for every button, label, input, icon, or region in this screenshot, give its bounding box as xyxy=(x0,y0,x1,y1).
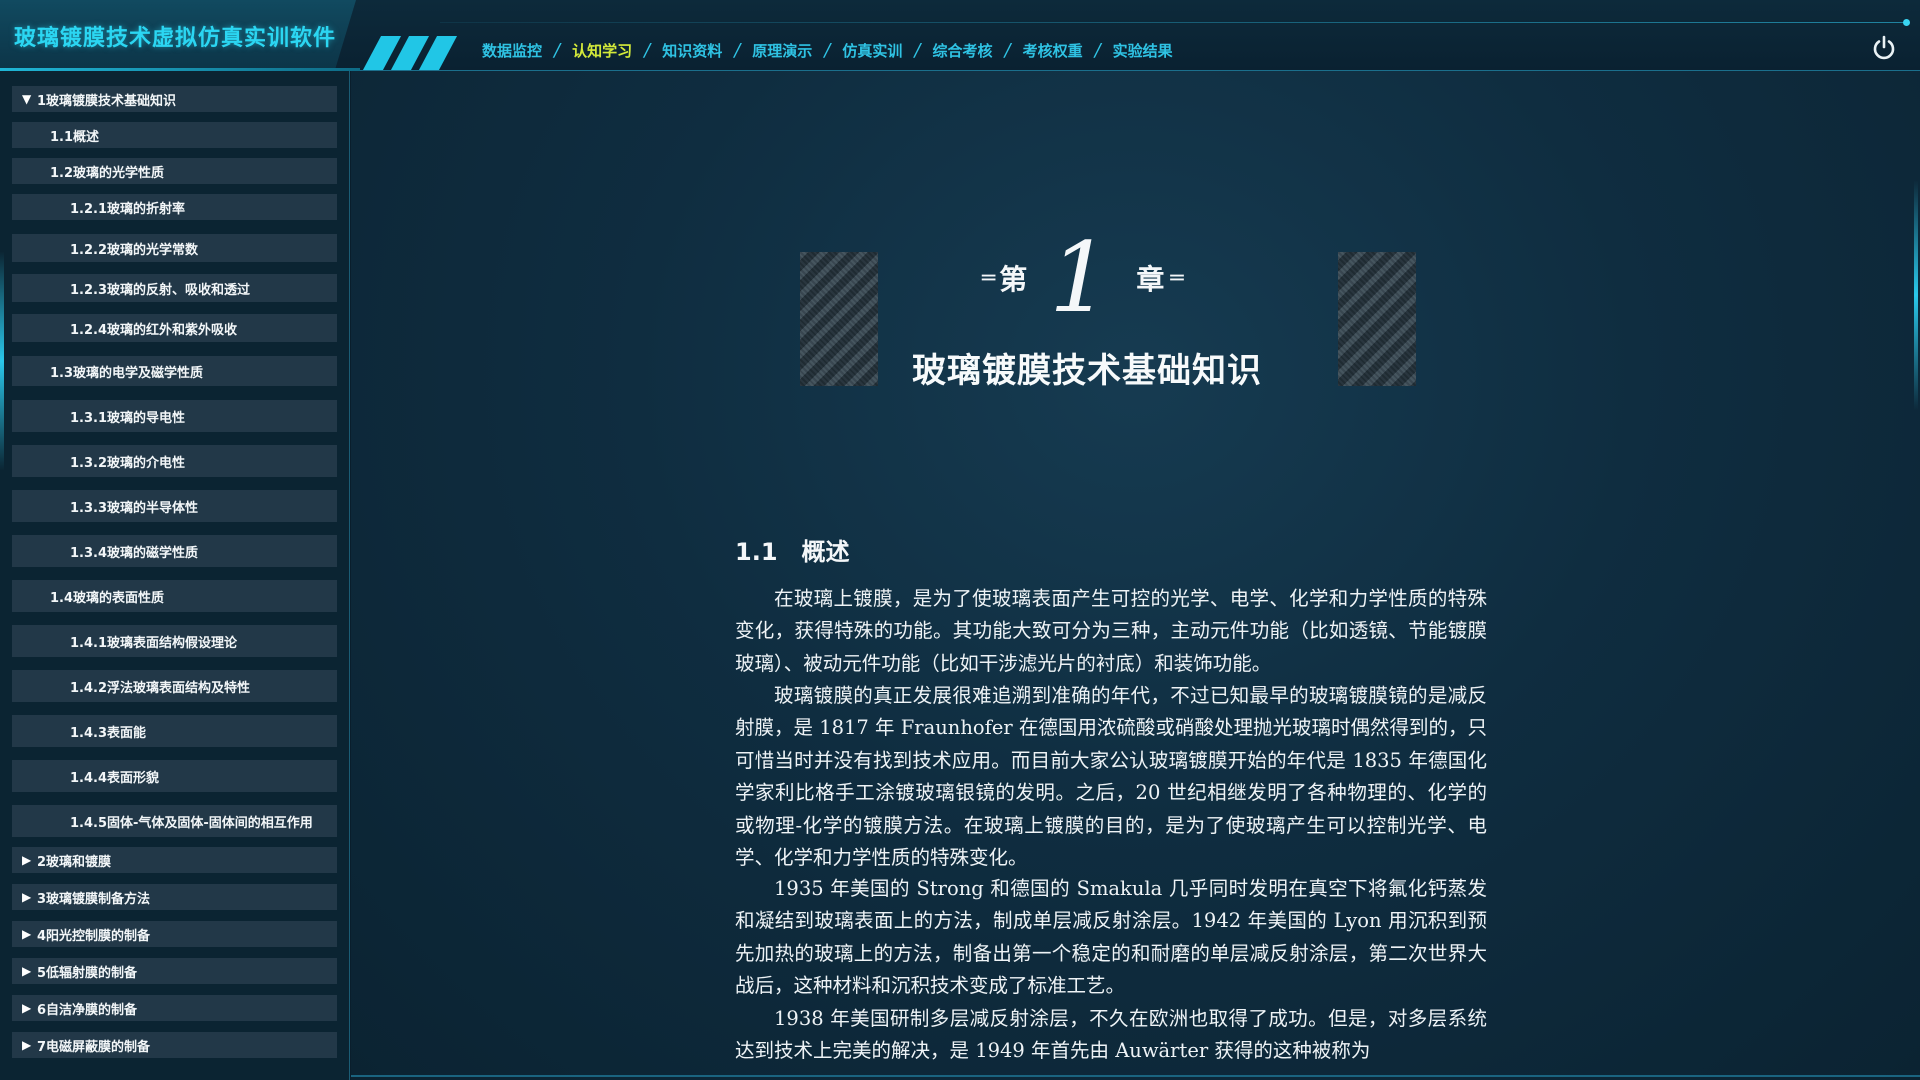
header-dot xyxy=(1903,19,1910,26)
nav-separator: / xyxy=(914,39,921,61)
sidebar-item[interactable]: 1.4玻璃的表面性质 xyxy=(12,580,337,612)
content-bottom-edge xyxy=(351,1075,1920,1077)
header-bar: 玻璃镀膜技术虚拟仿真实训软件 数据监控 / 认知学习 / 知识资料 / 原理演示 / 仿真实训 /… xyxy=(0,0,1920,71)
chapter-number: 1 xyxy=(1049,222,1111,334)
sidebar-item[interactable]: 1.3.4玻璃的磁学性质 xyxy=(12,535,337,567)
sidebar-item[interactable]: 1.3.1玻璃的导电性 xyxy=(12,400,337,432)
collapsed-icon: ▶ xyxy=(22,1038,32,1052)
sidebar-item-label: 1.2.1玻璃的折射率 xyxy=(70,201,186,217)
nav-tab[interactable]: 仿真实训 xyxy=(842,40,902,61)
paragraph: 在玻璃上镀膜，是为了使玻璃表面产生可控的光学、电学、化学和力学性质的特殊变化，获… xyxy=(735,587,1487,675)
sidebar-item[interactable]: 1.2玻璃的光学性质 xyxy=(12,158,337,184)
sidebar-item-label: 4阳光控制膜的制备 xyxy=(37,928,151,944)
sidebar-item[interactable]: 1.4.1玻璃表面结构假设理论 xyxy=(12,625,337,657)
chapter-heading: ═ 第 1 章 ═ xyxy=(982,222,1184,334)
sidebar-item-label: 1.4.2浮法玻璃表面结构及特性 xyxy=(70,680,251,696)
nav-tab[interactable]: 实验结果 xyxy=(1113,40,1173,61)
sidebar-item[interactable]: 1.2.2玻璃的光学常数 xyxy=(12,234,337,262)
chapter-decoration-right xyxy=(1338,252,1416,386)
collapsed-icon: ▶ xyxy=(22,964,32,978)
sidebar-item[interactable]: ▶ 2玻璃和镀膜 xyxy=(12,847,337,873)
sidebar-item-label: 1.2玻璃的光学性质 xyxy=(50,165,165,181)
sidebar-item-label: 1.3.2玻璃的介电性 xyxy=(70,455,186,471)
sidebar-item[interactable]: 1.3.2玻璃的介电性 xyxy=(12,445,337,477)
header-stripes-decoration xyxy=(362,36,458,70)
sidebar-item-label: 1.3.1玻璃的导电性 xyxy=(70,410,186,426)
collapsed-icon: ▶ xyxy=(22,853,32,867)
sidebar-item[interactable]: ▶ 3玻璃镀膜制备方法 xyxy=(12,884,337,910)
sidebar-item-label: 1玻璃镀膜技术基础知识 xyxy=(37,93,177,109)
sidebar-item-label: 3玻璃镀膜制备方法 xyxy=(37,891,151,907)
sidebar-item[interactable]: 1.1概述 xyxy=(12,122,337,148)
sidebar-item[interactable]: 1.4.3表面能 xyxy=(12,715,337,747)
nav-separator: / xyxy=(824,39,831,61)
sidebar-item-label: 5低辐射膜的制备 xyxy=(37,965,138,981)
sidebar-item-label: 1.4.1玻璃表面结构假设理论 xyxy=(70,635,238,651)
sidebar-item[interactable]: 1.3玻璃的电学及磁学性质 xyxy=(12,356,337,386)
chapter-prefix: 第 xyxy=(999,263,1028,296)
sidebar-item-label: 1.2.2玻璃的光学常数 xyxy=(70,242,199,258)
section-number: 1.1 xyxy=(735,538,778,566)
sidebar-item-label: 7电磁屏蔽膜的制备 xyxy=(37,1039,151,1055)
sidebar-item-label: 2玻璃和镀膜 xyxy=(37,854,112,870)
sidebar-item[interactable]: 1.2.3玻璃的反射、吸收和透过 xyxy=(12,274,337,302)
nav-separator: / xyxy=(1004,39,1011,61)
nav-separator: / xyxy=(554,39,561,61)
sidebar-item-label: 1.4.4表面形貌 xyxy=(70,770,160,786)
paragraph: 1935 年美国的 Strong 和德国的 Smakula 几乎同时发明在真空下… xyxy=(735,877,1487,998)
nav-separator: / xyxy=(644,39,651,61)
nav-tab[interactable]: 知识资料 xyxy=(662,40,722,61)
sidebar-item-label: 1.4.3表面能 xyxy=(70,725,147,741)
nav-tab[interactable]: 考核权重 xyxy=(1023,40,1083,61)
content-glow-edge xyxy=(1914,180,1918,410)
collapsed-icon: ▶ xyxy=(22,1001,32,1015)
nav-tab[interactable]: 综合考核 xyxy=(932,40,992,61)
sidebar-item[interactable]: ▶ 6自洁净膜的制备 xyxy=(12,995,337,1021)
power-icon[interactable] xyxy=(1870,34,1898,62)
sidebar-item-label: 1.3.4玻璃的磁学性质 xyxy=(70,545,199,561)
sidebar-item-label: 1.3.3玻璃的半导体性 xyxy=(70,500,199,516)
sidebar-item[interactable]: 1.4.5固体-气体及固体-固体间的相互作用 xyxy=(12,805,337,837)
sidebar-item[interactable]: 1.4.2浮法玻璃表面结构及特性 xyxy=(12,670,337,702)
main-nav: 数据监控 / 认知学习 / 知识资料 / 原理演示 / 仿真实训 / 综合考核 / 考核权重 / 实验结果 xyxy=(482,38,1173,62)
sidebar-glow-edge xyxy=(0,251,4,471)
sidebar-item[interactable]: ▶ 5低辐射膜的制备 xyxy=(12,958,337,984)
sidebar-item-label: 1.1概述 xyxy=(50,129,100,145)
section-title: 概述 xyxy=(801,538,850,566)
collapsed-icon: ▶ xyxy=(22,890,32,904)
sidebar-toc: ▼ 1玻璃镀膜技术基础知识 1.1概述 1.2玻璃的光学性质 1.2.1玻璃的折射率 1.… xyxy=(0,71,350,1080)
sidebar-item-label: 1.4.5固体-气体及固体-固体间的相互作用 xyxy=(70,815,313,831)
chapter-suffix: 章 xyxy=(1136,263,1165,296)
paragraph: 1938 年美国研制多层减反射涂层，不久在欧洲也取得了成功。但是，对多层系统达到… xyxy=(735,1007,1487,1063)
sidebar-item[interactable]: 1.3.3玻璃的半导体性 xyxy=(12,490,337,522)
chapter-title: 玻璃镀膜技术基础知识 xyxy=(912,351,1262,391)
section-heading: 1.1 概述 xyxy=(735,532,850,567)
expanded-icon: ▼ xyxy=(22,92,32,106)
sidebar-item-label: 1.3玻璃的电学及磁学性质 xyxy=(50,365,204,381)
app-title: 玻璃镀膜技术虚拟仿真实训软件 xyxy=(14,25,337,51)
nav-separator: / xyxy=(734,39,741,61)
sidebar-item[interactable]: ▶ 7电磁屏蔽膜的制备 xyxy=(12,1032,337,1058)
sidebar-item[interactable]: ▼ 1玻璃镀膜技术基础知识 xyxy=(12,86,337,112)
sidebar-item-label: 1.2.3玻璃的反射、吸收和透过 xyxy=(70,282,251,298)
nav-separator: / xyxy=(1094,39,1101,61)
chapter-decoration-left xyxy=(800,252,878,386)
nav-tab[interactable]: 原理演示 xyxy=(752,40,812,61)
sidebar-item[interactable]: 1.2.1玻璃的折射率 xyxy=(12,194,337,220)
paragraph: 玻璃镀膜的真正发展很难追溯到准确的年代，不过已知最早的玻璃镀膜镜的是减反射膜，是… xyxy=(735,684,1487,870)
collapsed-icon: ▶ xyxy=(22,927,32,941)
app-title-box: 玻璃镀膜技术虚拟仿真实训软件 xyxy=(0,0,356,71)
sidebar-item[interactable]: 1.2.4玻璃的红外和紫外吸收 xyxy=(12,314,337,342)
sidebar-item[interactable]: 1.4.4表面形貌 xyxy=(12,760,337,792)
nav-tab[interactable]: 认知学习 xyxy=(572,40,632,61)
sidebar-item-label: 1.2.4玻璃的红外和紫外吸收 xyxy=(70,322,238,338)
sidebar-item-label: 6自洁净膜的制备 xyxy=(37,1002,138,1018)
header-divider xyxy=(440,22,1905,23)
sidebar-item[interactable]: ▶ 4阳光控制膜的制备 xyxy=(12,921,337,947)
nav-tab[interactable]: 数据监控 xyxy=(482,40,542,61)
sidebar-item-label: 1.4玻璃的表面性质 xyxy=(50,590,165,606)
